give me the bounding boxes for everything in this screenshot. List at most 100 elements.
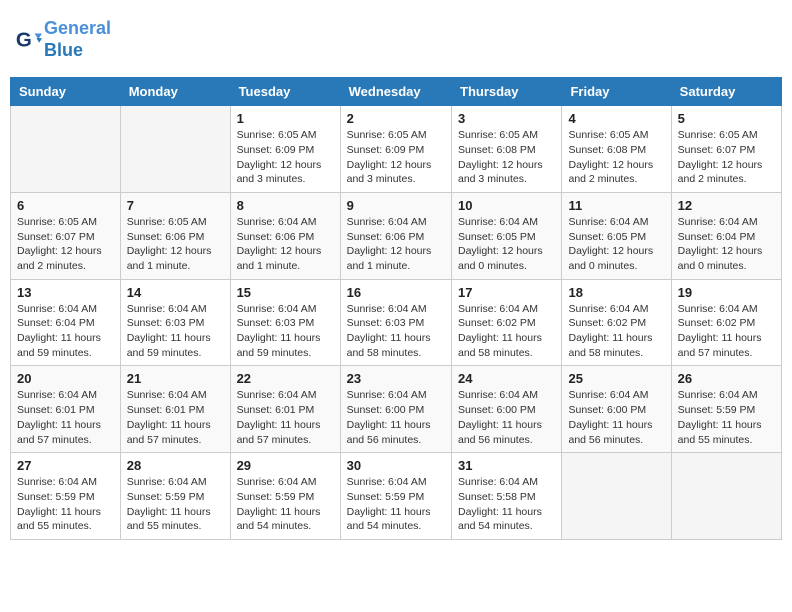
logo-icon: G: [14, 26, 42, 54]
day-number: 13: [17, 285, 114, 300]
calendar-cell: 30 Sunrise: 6:04 AM Sunset: 5:59 PM Dayli…: [340, 453, 451, 540]
day-number: 28: [127, 458, 224, 473]
calendar-cell: 21 Sunrise: 6:04 AM Sunset: 6:01 PM Dayli…: [120, 366, 230, 453]
day-info: Sunrise: 6:04 AM Sunset: 5:59 PM Dayligh…: [347, 475, 445, 534]
day-number: 4: [568, 111, 664, 126]
calendar-cell: [562, 453, 671, 540]
day-number: 30: [347, 458, 445, 473]
weekday-header-sunday: Sunday: [11, 78, 121, 106]
calendar-cell: 3 Sunrise: 6:05 AM Sunset: 6:08 PM Daylig…: [452, 106, 562, 193]
day-info: Sunrise: 6:04 AM Sunset: 6:04 PM Dayligh…: [678, 215, 775, 274]
weekday-header-friday: Friday: [562, 78, 671, 106]
day-number: 22: [237, 371, 334, 386]
day-number: 14: [127, 285, 224, 300]
calendar-cell: 17 Sunrise: 6:04 AM Sunset: 6:02 PM Dayli…: [452, 279, 562, 366]
calendar-week-row: 1 Sunrise: 6:05 AM Sunset: 6:09 PM Daylig…: [11, 106, 782, 193]
day-number: 16: [347, 285, 445, 300]
day-info: Sunrise: 6:04 AM Sunset: 6:01 PM Dayligh…: [127, 388, 224, 447]
calendar-cell: 14 Sunrise: 6:04 AM Sunset: 6:03 PM Dayli…: [120, 279, 230, 366]
calendar-week-row: 27 Sunrise: 6:04 AM Sunset: 5:59 PM Dayli…: [11, 453, 782, 540]
day-number: 2: [347, 111, 445, 126]
day-info: Sunrise: 6:04 AM Sunset: 6:06 PM Dayligh…: [347, 215, 445, 274]
calendar-week-row: 13 Sunrise: 6:04 AM Sunset: 6:04 PM Dayli…: [11, 279, 782, 366]
calendar-cell: 27 Sunrise: 6:04 AM Sunset: 5:59 PM Dayli…: [11, 453, 121, 540]
day-number: 9: [347, 198, 445, 213]
calendar-cell: [671, 453, 781, 540]
day-info: Sunrise: 6:04 AM Sunset: 6:03 PM Dayligh…: [127, 302, 224, 361]
calendar-cell: 2 Sunrise: 6:05 AM Sunset: 6:09 PM Daylig…: [340, 106, 451, 193]
day-info: Sunrise: 6:05 AM Sunset: 6:09 PM Dayligh…: [347, 128, 445, 187]
day-info: Sunrise: 6:04 AM Sunset: 5:59 PM Dayligh…: [127, 475, 224, 534]
day-number: 11: [568, 198, 664, 213]
day-info: Sunrise: 6:04 AM Sunset: 6:00 PM Dayligh…: [347, 388, 445, 447]
weekday-header-thursday: Thursday: [452, 78, 562, 106]
calendar-cell: 4Sunrise: 6:05 AM Sunset: 6:08 PM Daylig…: [562, 106, 671, 193]
day-info: Sunrise: 6:04 AM Sunset: 5:58 PM Dayligh…: [458, 475, 555, 534]
day-info: Sunrise: 6:05 AM Sunset: 6:07 PM Dayligh…: [17, 215, 114, 274]
calendar-cell: 24Sunrise: 6:04 AM Sunset: 6:00 PM Dayli…: [452, 366, 562, 453]
day-info: Sunrise: 6:04 AM Sunset: 6:05 PM Dayligh…: [568, 215, 664, 274]
calendar-cell: 19Sunrise: 6:04 AM Sunset: 6:02 PM Dayli…: [671, 279, 781, 366]
calendar-cell: [11, 106, 121, 193]
calendar-cell: [120, 106, 230, 193]
day-info: Sunrise: 6:04 AM Sunset: 6:00 PM Dayligh…: [568, 388, 664, 447]
day-info: Sunrise: 6:05 AM Sunset: 6:08 PM Dayligh…: [458, 128, 555, 187]
day-number: 24: [458, 371, 555, 386]
day-number: 7: [127, 198, 224, 213]
day-number: 19: [678, 285, 775, 300]
day-info: Sunrise: 6:05 AM Sunset: 6:07 PM Dayligh…: [678, 128, 775, 187]
day-info: Sunrise: 6:04 AM Sunset: 6:01 PM Dayligh…: [237, 388, 334, 447]
calendar-cell: 31Sunrise: 6:04 AM Sunset: 5:58 PM Dayli…: [452, 453, 562, 540]
day-number: 8: [237, 198, 334, 213]
day-number: 21: [127, 371, 224, 386]
day-info: Sunrise: 6:04 AM Sunset: 5:59 PM Dayligh…: [17, 475, 114, 534]
day-info: Sunrise: 6:04 AM Sunset: 6:02 PM Dayligh…: [458, 302, 555, 361]
day-number: 15: [237, 285, 334, 300]
calendar-table: SundayMondayTuesdayWednesdayThursdayFrid…: [10, 77, 782, 540]
day-number: 17: [458, 285, 555, 300]
calendar-cell: 29Sunrise: 6:04 AM Sunset: 5:59 PM Dayli…: [230, 453, 340, 540]
calendar-cell: 20 Sunrise: 6:04 AM Sunset: 6:01 PM Dayli…: [11, 366, 121, 453]
weekday-header-saturday: Saturday: [671, 78, 781, 106]
day-info: Sunrise: 6:04 AM Sunset: 6:01 PM Dayligh…: [17, 388, 114, 447]
day-number: 27: [17, 458, 114, 473]
day-info: Sunrise: 6:05 AM Sunset: 6:06 PM Dayligh…: [127, 215, 224, 274]
calendar-cell: 28 Sunrise: 6:04 AM Sunset: 5:59 PM Dayli…: [120, 453, 230, 540]
day-number: 23: [347, 371, 445, 386]
day-number: 25: [568, 371, 664, 386]
calendar-cell: 12 Sunrise: 6:04 AM Sunset: 6:04 PM Dayli…: [671, 192, 781, 279]
day-info: Sunrise: 6:04 AM Sunset: 5:59 PM Dayligh…: [237, 475, 334, 534]
weekday-header-monday: Monday: [120, 78, 230, 106]
calendar-cell: 5 Sunrise: 6:05 AM Sunset: 6:07 PM Daylig…: [671, 106, 781, 193]
calendar-cell: 13 Sunrise: 6:04 AM Sunset: 6:04 PM Dayli…: [11, 279, 121, 366]
calendar-cell: 10Sunrise: 6:04 AM Sunset: 6:05 PM Dayli…: [452, 192, 562, 279]
day-info: Sunrise: 6:04 AM Sunset: 6:02 PM Dayligh…: [568, 302, 664, 361]
day-number: 3: [458, 111, 555, 126]
calendar-week-row: 20 Sunrise: 6:04 AM Sunset: 6:01 PM Dayli…: [11, 366, 782, 453]
calendar-cell: 22 Sunrise: 6:04 AM Sunset: 6:01 PM Dayli…: [230, 366, 340, 453]
weekday-header-wednesday: Wednesday: [340, 78, 451, 106]
day-number: 18: [568, 285, 664, 300]
weekday-header-row: SundayMondayTuesdayWednesdayThursdayFrid…: [11, 78, 782, 106]
day-number: 1: [237, 111, 334, 126]
calendar-cell: 15Sunrise: 6:04 AM Sunset: 6:03 PM Dayli…: [230, 279, 340, 366]
calendar-cell: 23 Sunrise: 6:04 AM Sunset: 6:00 PM Dayli…: [340, 366, 451, 453]
day-number: 12: [678, 198, 775, 213]
calendar-cell: 7 Sunrise: 6:05 AM Sunset: 6:06 PM Daylig…: [120, 192, 230, 279]
calendar-cell: 9 Sunrise: 6:04 AM Sunset: 6:06 PM Daylig…: [340, 192, 451, 279]
day-number: 10: [458, 198, 555, 213]
calendar-cell: 6Sunrise: 6:05 AM Sunset: 6:07 PM Daylig…: [11, 192, 121, 279]
calendar-cell: 8 Sunrise: 6:04 AM Sunset: 6:06 PM Daylig…: [230, 192, 340, 279]
day-info: Sunrise: 6:05 AM Sunset: 6:09 PM Dayligh…: [237, 128, 334, 187]
calendar-cell: 26Sunrise: 6:04 AM Sunset: 5:59 PM Dayli…: [671, 366, 781, 453]
day-info: Sunrise: 6:04 AM Sunset: 6:03 PM Dayligh…: [347, 302, 445, 361]
day-info: Sunrise: 6:04 AM Sunset: 6:06 PM Dayligh…: [237, 215, 334, 274]
svg-text:G: G: [16, 28, 32, 51]
weekday-header-tuesday: Tuesday: [230, 78, 340, 106]
day-number: 5: [678, 111, 775, 126]
calendar-cell: 25 Sunrise: 6:04 AM Sunset: 6:00 PM Dayli…: [562, 366, 671, 453]
day-info: Sunrise: 6:04 AM Sunset: 6:04 PM Dayligh…: [17, 302, 114, 361]
calendar-cell: 11 Sunrise: 6:04 AM Sunset: 6:05 PM Dayli…: [562, 192, 671, 279]
day-number: 20: [17, 371, 114, 386]
calendar-cell: 16 Sunrise: 6:04 AM Sunset: 6:03 PM Dayli…: [340, 279, 451, 366]
